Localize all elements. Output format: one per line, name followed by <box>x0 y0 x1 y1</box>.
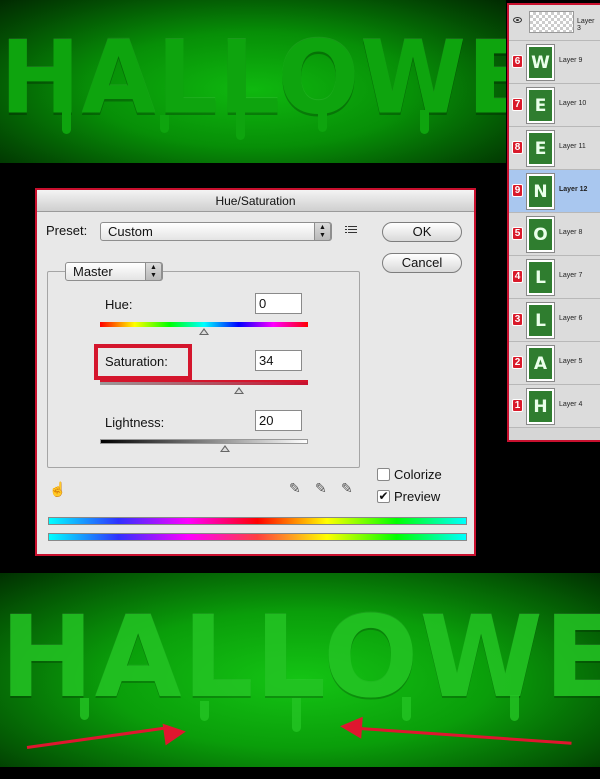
annotation-arrow-left-head <box>162 720 188 746</box>
output-color-spectrum <box>48 533 467 541</box>
cancel-button[interactable]: Cancel <box>382 253 462 273</box>
targeted-adjustment-hand-icon[interactable]: ☝ <box>49 481 66 498</box>
layer-name: Layer 9 <box>559 57 583 64</box>
eyedropper-plus-icon[interactable]: ✎ <box>315 480 327 497</box>
layer-row-layer-6[interactable]: 3 L Layer 6 <box>509 299 600 342</box>
layer-row-layer-12[interactable]: 9 N Layer 12 <box>509 170 600 213</box>
layer-number-badge: 5 <box>512 227 523 240</box>
colorize-label: Colorize <box>394 467 442 482</box>
layer-row-layer-4[interactable]: 1 H Layer 4 <box>509 385 600 428</box>
layer-thumbnail: E <box>526 130 555 167</box>
layer-name: Layer 4 <box>559 401 583 408</box>
dialog-title: Hue/Saturation <box>37 190 474 212</box>
layer-thumbnail: L <box>526 259 555 296</box>
slime-drip <box>160 115 169 133</box>
layer-thumbnail: N <box>526 173 555 210</box>
thumbnail-letter: O <box>529 219 552 250</box>
hue-input[interactable]: 0 <box>255 293 302 314</box>
thumbnail-letter: H <box>529 391 552 422</box>
layer-row-layer-3[interactable]: Layer 3 <box>509 5 600 41</box>
saturation-label: Saturation: <box>105 354 168 369</box>
channel-value: Master <box>73 264 113 279</box>
layer-thumbnail <box>529 11 574 33</box>
hue-slider-thumb[interactable] <box>199 328 209 335</box>
layer-number-badge: 4 <box>512 270 523 283</box>
preset-options-icon[interactable] <box>345 225 357 235</box>
slime-drip <box>62 112 71 134</box>
input-color-spectrum <box>48 517 467 525</box>
eyedropper-icon[interactable]: ✎ <box>289 480 301 497</box>
eye-visibility-icon[interactable] <box>513 17 522 23</box>
saturation-slider-track[interactable] <box>100 382 308 385</box>
slime-drip <box>402 697 411 721</box>
layer-thumbnail: E <box>526 87 555 124</box>
hue-saturation-dialog: Hue/Saturation Preset: Custom ▲ ▼ OK Canc… <box>35 188 476 556</box>
layer-name: Layer 11 <box>559 143 586 150</box>
thumbnail-letter: E <box>529 90 552 121</box>
saturation-slider-thumb[interactable] <box>233 387 244 394</box>
layer-thumbnail: H <box>526 388 555 425</box>
thumbnail-letter: N <box>529 176 552 207</box>
thumbnail-letter: W <box>529 47 552 78</box>
layer-name: Layer 5 <box>559 358 583 365</box>
layer-thumbnail: L <box>526 302 555 339</box>
preset-label: Preset: <box>46 223 88 238</box>
ok-button[interactable]: OK <box>382 222 462 242</box>
thumbnail-letter: A <box>529 348 552 379</box>
colorize-checkbox[interactable] <box>377 468 390 481</box>
canvas-preview-top: HALLOWEEN <box>0 0 506 163</box>
lightness-slider-track[interactable] <box>100 439 308 444</box>
select-stepper-icon: ▲ ▼ <box>145 262 162 281</box>
layer-number-badge: 3 <box>512 313 523 326</box>
layer-name: Layer 3 <box>577 18 595 32</box>
thumbnail-letter: L <box>529 262 552 293</box>
layer-name: Layer 6 <box>559 315 583 322</box>
layer-row-layer-11[interactable]: 8 E Layer 11 <box>509 127 600 170</box>
layer-row-layer-10[interactable]: 7 E Layer 10 <box>509 84 600 127</box>
layer-name: Layer 8 <box>559 229 583 236</box>
lightness-slider-thumb[interactable] <box>219 445 230 452</box>
lightness-label: Lightness: <box>105 415 165 430</box>
layer-row-layer-9[interactable]: 6 W Layer 9 <box>509 41 600 84</box>
slime-drip <box>292 698 301 732</box>
layer-number-badge: 6 <box>512 55 523 68</box>
preset-value: Custom <box>108 224 153 239</box>
layer-row-layer-7[interactable]: 4 L Layer 7 <box>509 256 600 299</box>
layer-number-badge: 8 <box>512 141 523 154</box>
slime-drip <box>80 698 89 720</box>
layer-thumbnail: A <box>526 345 555 382</box>
layer-row-layer-5[interactable]: 2 A Layer 5 <box>509 342 600 385</box>
halloween-text-top: HALLOWEEN <box>0 19 506 137</box>
layer-name: Layer 12 <box>559 186 588 193</box>
select-stepper-icon: ▲ ▼ <box>314 222 331 241</box>
slime-drip <box>318 112 327 132</box>
layer-thumbnail: W <box>526 44 555 81</box>
annotation-arrow-right-head <box>339 715 363 739</box>
saturation-input[interactable]: 34 <box>255 350 302 371</box>
slime-drip <box>236 112 245 140</box>
layer-thumbnail: O <box>526 216 555 253</box>
layer-number-badge: 7 <box>512 98 523 111</box>
layer-number-badge: 1 <box>512 399 523 412</box>
layer-number-badge: 9 <box>512 184 523 197</box>
layer-number-badge: 2 <box>512 356 523 369</box>
layers-panel: Layer 3 6 W Layer 9 7 E Layer 10 8 E Lay… <box>507 3 600 442</box>
preview-label: Preview <box>394 489 441 504</box>
hue-label: Hue: <box>105 297 133 312</box>
slime-drip <box>420 110 429 134</box>
hue-slider-track[interactable] <box>100 322 308 327</box>
channel-select[interactable]: Master ▲ ▼ <box>65 262 163 281</box>
thumbnail-letter: L <box>529 305 552 336</box>
preset-select[interactable]: Custom ▲ ▼ <box>100 222 332 241</box>
eyedropper-minus-icon[interactable]: ✎ <box>341 480 353 497</box>
lightness-input[interactable]: 20 <box>255 410 302 431</box>
layer-name: Layer 7 <box>559 272 583 279</box>
slime-drip <box>510 695 519 721</box>
layer-row-layer-8[interactable]: 5 O Layer 8 <box>509 213 600 256</box>
layer-name: Layer 10 <box>559 100 587 107</box>
preview-checkbox[interactable]: ✔ <box>377 490 390 503</box>
slime-drip <box>200 701 209 721</box>
thumbnail-letter: E <box>529 133 552 164</box>
